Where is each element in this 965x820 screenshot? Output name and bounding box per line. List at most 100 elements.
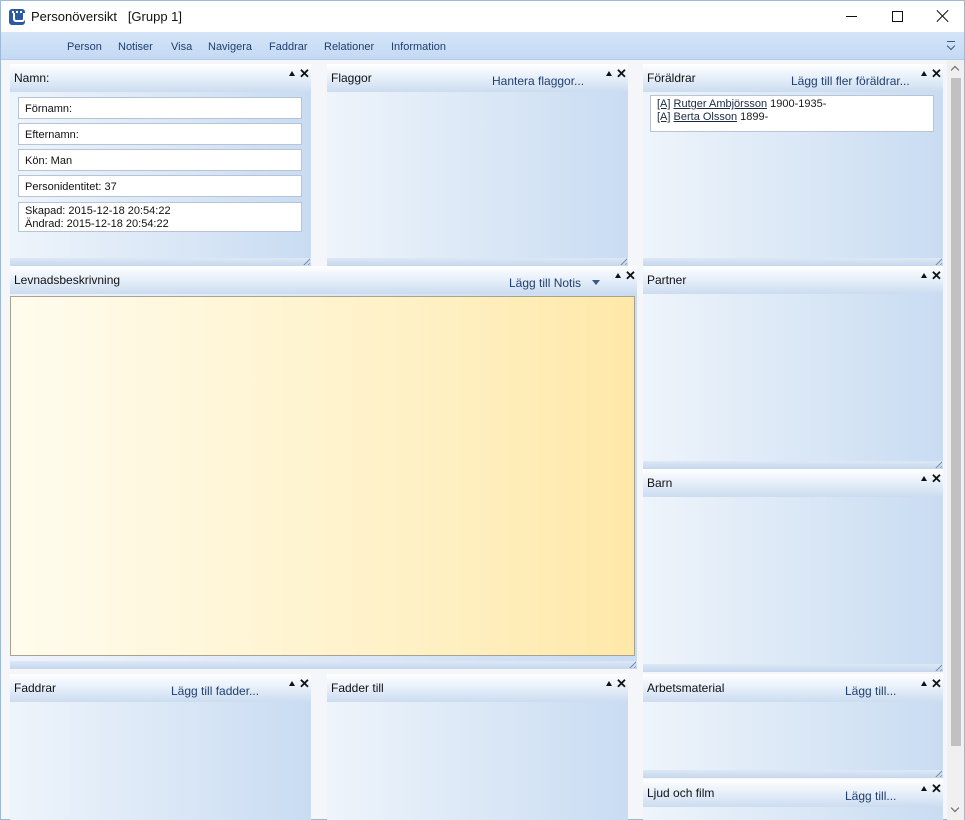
- menu-person[interactable]: Person: [67, 41, 102, 53]
- panel-header: Fadder till ✕: [327, 674, 628, 702]
- list-item[interactable]: [A] Rutger Ambjörsson 1900-1935-: [657, 98, 933, 111]
- collapse-up-icon[interactable]: [606, 71, 612, 76]
- scrollbar-thumb[interactable]: [951, 78, 961, 746]
- close-panel-icon[interactable]: ✕: [616, 677, 627, 690]
- panel-title: Ljud och film: [647, 786, 715, 800]
- fornamn-field[interactable]: Förnamn:: [18, 97, 302, 119]
- minimize-button[interactable]: [828, 1, 874, 31]
- menu-faddrar[interactable]: Faddrar: [269, 41, 308, 53]
- panel-title: Barn: [647, 476, 673, 490]
- parent-tag[interactable]: [A]: [657, 98, 670, 110]
- panel-barn: Barn ✕: [643, 469, 943, 672]
- window-title: Personöversikt [Grupp 1]: [31, 9, 183, 24]
- panel-header: Faddrar Lägg till fadder... ✕: [10, 674, 311, 702]
- menu-relationer[interactable]: Relationer: [324, 41, 374, 53]
- panel-levnadsbeskrivning: Levnadsbeskrivning Lägg till Notis ✕: [10, 266, 637, 669]
- close-panel-icon[interactable]: ✕: [625, 269, 636, 282]
- parent-years: 1899-: [740, 111, 769, 123]
- manage-flags-link[interactable]: Hantera flaggor...: [492, 74, 584, 88]
- close-panel-icon[interactable]: ✕: [931, 782, 942, 795]
- menu-bar: Person Notiser Visa Navigera Faddrar Rel…: [1, 32, 964, 60]
- menu-overflow-chevron-icon[interactable]: [946, 41, 957, 52]
- panel-footer: [643, 662, 943, 672]
- title-bar: Personöversikt [Grupp 1]: [1, 1, 964, 32]
- resize-grip-icon[interactable]: [933, 768, 942, 777]
- panel-ljud-och-film: Ljud och film Lägg till... ✕: [643, 779, 943, 820]
- close-icon: [936, 9, 950, 23]
- close-panel-icon[interactable]: ✕: [931, 677, 942, 690]
- panel-title: Namn:: [14, 71, 50, 85]
- resize-grip-icon[interactable]: [933, 459, 942, 468]
- collapse-up-icon[interactable]: [921, 273, 927, 278]
- panel-partner: Partner ✕: [643, 266, 943, 469]
- menu-notiser[interactable]: Notiser: [118, 41, 153, 53]
- parents-list: [A] Rutger Ambjörsson 1900-1935- [A] Ber…: [650, 95, 934, 132]
- panel-title: Partner: [647, 273, 687, 287]
- app-icon: [9, 9, 25, 25]
- close-panel-icon[interactable]: ✕: [299, 677, 310, 690]
- maximize-button[interactable]: [874, 1, 920, 31]
- panel-header: Levnadsbeskrivning Lägg till Notis ✕: [10, 266, 637, 294]
- panel-footer: [327, 256, 628, 266]
- collapse-up-icon[interactable]: [289, 71, 295, 76]
- panel-title: Fadder till: [331, 681, 384, 695]
- resize-grip-icon[interactable]: [933, 662, 942, 671]
- minimize-icon: [845, 15, 857, 17]
- parent-tag[interactable]: [A]: [657, 111, 670, 123]
- parent-name-link[interactable]: Berta Olsson: [674, 111, 738, 123]
- add-media-link[interactable]: Lägg till...: [845, 789, 896, 803]
- close-panel-icon[interactable]: ✕: [931, 472, 942, 485]
- list-item[interactable]: [A] Berta Olsson 1899-: [657, 111, 933, 124]
- dropdown-arrow-icon[interactable]: [592, 280, 600, 285]
- panel-faddrar: Faddrar Lägg till fadder... ✕: [10, 674, 311, 820]
- add-note-link[interactable]: Lägg till Notis: [509, 276, 581, 290]
- maximize-icon: [891, 10, 903, 22]
- vertical-scrollbar[interactable]: [947, 60, 964, 820]
- collapse-up-icon[interactable]: [921, 71, 927, 76]
- collapse-up-icon[interactable]: [615, 273, 621, 278]
- close-panel-icon[interactable]: ✕: [931, 269, 942, 282]
- parent-years: 1900-1935-: [770, 98, 827, 110]
- add-work-material-link[interactable]: Lägg till...: [845, 684, 896, 698]
- biography-text-area[interactable]: [10, 296, 635, 656]
- kon-field[interactable]: Kön: Man: [18, 149, 302, 171]
- resize-grip-icon[interactable]: [933, 256, 942, 265]
- collapse-up-icon[interactable]: [606, 681, 612, 686]
- efternamn-field[interactable]: Efternamn:: [18, 123, 302, 145]
- menu-information[interactable]: Information: [391, 41, 446, 53]
- close-panel-icon[interactable]: ✕: [299, 67, 310, 80]
- panel-header: Namn: ✕: [10, 64, 311, 92]
- panel-title: Levnadsbeskrivning: [14, 273, 121, 287]
- scroll-up-arrow-icon[interactable]: [951, 64, 960, 73]
- resize-grip-icon[interactable]: [301, 256, 310, 265]
- panel-foraldrar: Föräldrar Lägg till fler föräldrar... ✕ …: [643, 64, 943, 266]
- collapse-up-icon[interactable]: [289, 681, 295, 686]
- panel-header: Barn ✕: [643, 469, 943, 497]
- resize-grip-icon[interactable]: [618, 256, 627, 265]
- panel-footer: [643, 256, 943, 266]
- add-godparent-link[interactable]: Lägg till fadder...: [171, 684, 259, 698]
- menu-navigera[interactable]: Navigera: [208, 41, 252, 53]
- close-panel-icon[interactable]: ✕: [931, 67, 942, 80]
- panel-flaggor: Flaggor Hantera flaggor... ✕: [327, 64, 628, 266]
- panel-title: Faddrar: [14, 681, 57, 695]
- panel-fadder-till: Fadder till ✕: [327, 674, 628, 820]
- close-panel-icon[interactable]: ✕: [616, 67, 627, 80]
- personidentitet-field[interactable]: Personidentitet: 37: [18, 175, 302, 197]
- panel-header: Arbetsmaterial Lägg till... ✕: [643, 674, 943, 702]
- panel-title: Föräldrar: [647, 71, 696, 85]
- add-parents-link[interactable]: Lägg till fler föräldrar...: [791, 74, 910, 88]
- collapse-up-icon[interactable]: [921, 476, 927, 481]
- panel-header: Föräldrar Lägg till fler föräldrar... ✕: [643, 64, 943, 92]
- panel-header: Partner ✕: [643, 266, 943, 294]
- close-window-button[interactable]: [920, 1, 965, 31]
- collapse-up-icon[interactable]: [921, 681, 927, 686]
- created-timestamp: Skapad: 2015-12-18 20:54:22: [25, 205, 171, 217]
- collapse-up-icon[interactable]: [921, 786, 927, 791]
- panel-header: Flaggor Hantera flaggor... ✕: [327, 64, 628, 92]
- parent-name-link[interactable]: Rutger Ambjörsson: [674, 98, 768, 110]
- panel-footer: [10, 256, 311, 266]
- menu-visa[interactable]: Visa: [171, 41, 192, 53]
- resize-grip-icon[interactable]: [627, 659, 636, 668]
- scroll-down-arrow-icon[interactable]: [951, 806, 960, 815]
